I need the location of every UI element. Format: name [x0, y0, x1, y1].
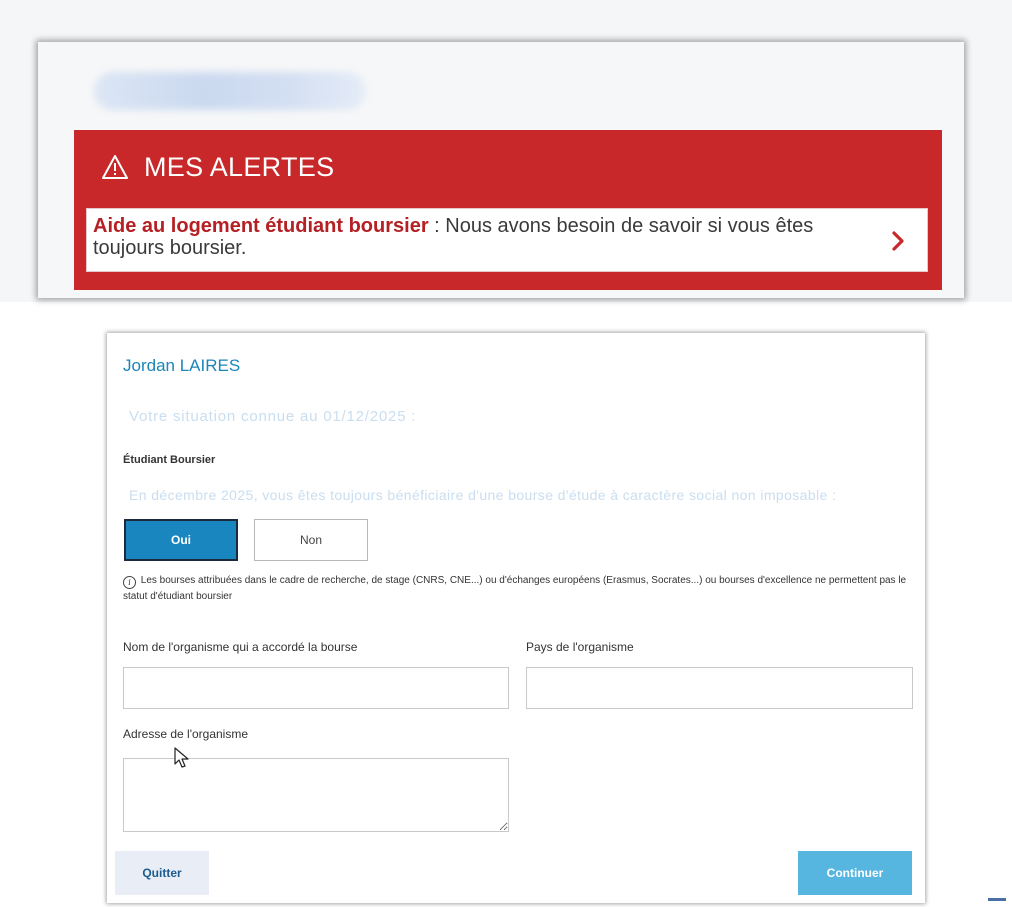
user-name: Jordan LAIRES: [123, 356, 241, 375]
mouse-cursor-icon: [174, 747, 189, 768]
blurred-user-name: [94, 72, 366, 110]
alert-item-text: Aide au logement étudiant boursier : Nou…: [93, 215, 857, 259]
info-note: i Les bourses attribuées dans le cadre d…: [123, 573, 913, 604]
continue-button[interactable]: Continuer: [798, 851, 912, 895]
yes-option-button[interactable]: Oui: [124, 519, 238, 561]
scholarship-form: Jordan LAIRES Votre situation connue au …: [107, 333, 925, 903]
alert-card: MES ALERTES Aide au logement étudiant bo…: [38, 42, 964, 298]
alerts-box: MES ALERTES Aide au logement étudiant bo…: [74, 130, 942, 290]
org-country-label: Pays de l'organisme: [526, 640, 634, 654]
scholarship-question: En décembre 2025, vous êtes toujours bén…: [129, 487, 837, 503]
org-country-input[interactable]: [526, 667, 913, 709]
quit-button[interactable]: Quitter: [115, 851, 209, 895]
org-address-textarea[interactable]: [123, 758, 509, 832]
alert-item-housing-aid[interactable]: Aide au logement étudiant boursier : Nou…: [86, 208, 928, 272]
info-note-text: Les bourses attribuées dans le cadre de …: [123, 575, 907, 602]
alerts-panel: MES ALERTES Aide au logement étudiant bo…: [0, 0, 1012, 302]
alerts-header: MES ALERTES: [102, 147, 334, 187]
org-name-label: Nom de l'organisme qui a accordé la bour…: [123, 640, 358, 654]
org-name-input[interactable]: [123, 667, 509, 709]
no-option-button[interactable]: Non: [254, 519, 368, 561]
alert-item-title: Aide au logement étudiant boursier: [93, 215, 429, 237]
warning-triangle-icon: [102, 155, 128, 179]
situation-title: Votre situation connue au 01/12/2025 :: [129, 408, 417, 425]
info-circle-icon: i: [123, 576, 136, 589]
org-address-label: Adresse de l'organisme: [123, 727, 249, 741]
alerts-title: MES ALERTES: [144, 151, 335, 182]
corner-dash: [988, 898, 1006, 901]
chevron-right-icon[interactable]: [891, 231, 905, 251]
status-label: Étudiant Boursier: [123, 454, 216, 466]
